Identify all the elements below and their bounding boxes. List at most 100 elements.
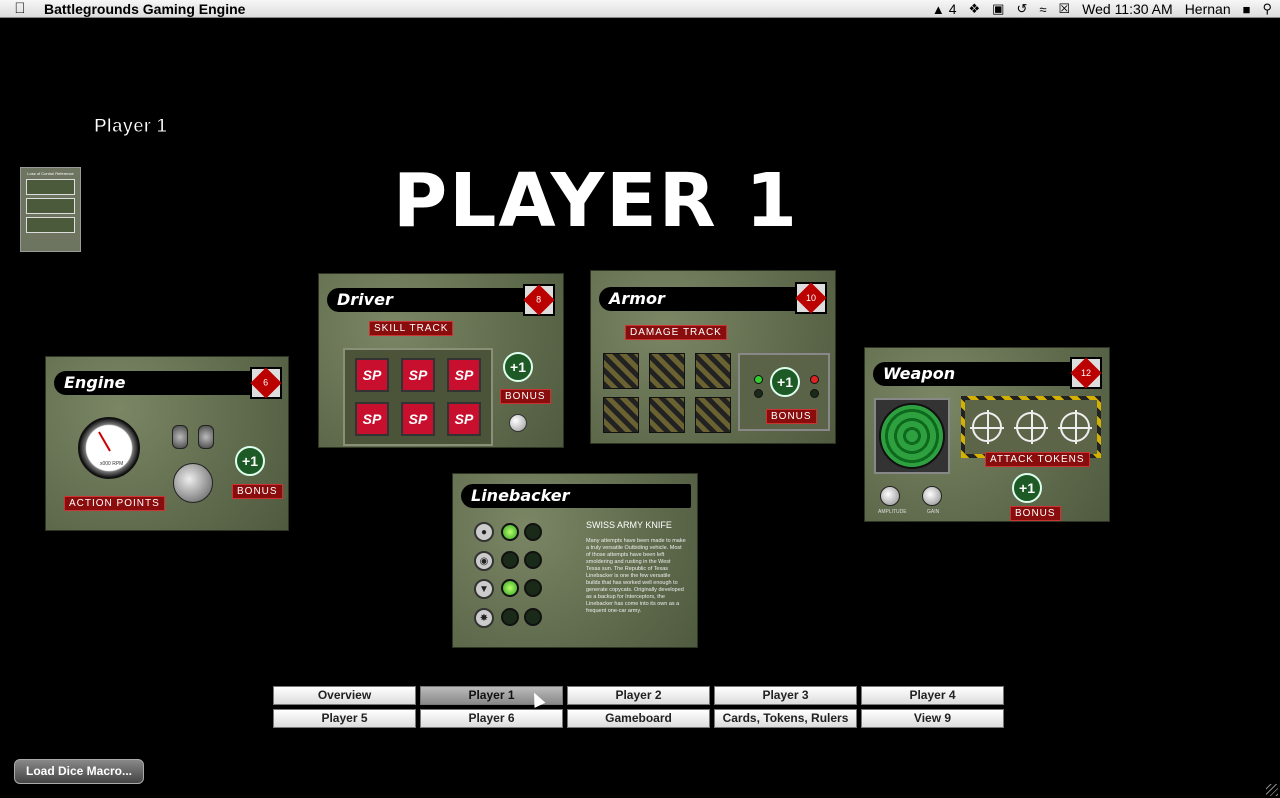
reference-card-row — [26, 179, 75, 195]
engine-bonus-button[interactable]: +1 — [235, 446, 265, 476]
led-indicator — [524, 608, 542, 626]
gain-knob[interactable] — [922, 486, 942, 506]
weapon-panel: Weapon 12 ATTACK TOKENS AMPLITUDE GAIN +… — [864, 347, 1110, 522]
crosshair-icon[interactable] — [970, 410, 1004, 444]
damage-slot[interactable] — [603, 353, 639, 389]
player-label: Player 1 — [94, 116, 168, 138]
reference-card[interactable]: Loss of Control Reference — [20, 167, 81, 252]
off-led — [810, 389, 819, 398]
player-5-button[interactable]: Player 5 — [273, 709, 416, 728]
led-indicator — [501, 551, 519, 569]
die-10-icon: 10 — [795, 282, 827, 314]
gauge-label: x000 RPM — [100, 461, 124, 467]
damage-slot[interactable] — [695, 353, 731, 389]
driver-bonus-label: BONUS — [500, 389, 551, 404]
steering-icon: ◉ — [474, 551, 494, 571]
damage-slot[interactable] — [649, 353, 685, 389]
overview-button[interactable]: Overview — [273, 686, 416, 705]
damage-slot[interactable] — [603, 397, 639, 433]
crash-icon: ✸ — [474, 608, 494, 628]
ignition-knob[interactable] — [173, 463, 213, 503]
die-12-icon: 12 — [1070, 357, 1102, 389]
menu-bar:  Battlegrounds Gaming Engine ▲ 4 ❖ ▣ ↺ … — [0, 0, 1280, 18]
action-points-label: ACTION POINTS — [64, 496, 165, 511]
weapon-title: Weapon — [873, 362, 1073, 386]
sp-token[interactable]: SP — [401, 402, 435, 436]
dropbox-icon[interactable]: ❖ — [968, 1, 980, 17]
toggle-switch-2[interactable] — [198, 425, 214, 449]
user-menu[interactable]: Hernan — [1185, 1, 1231, 17]
armor-title: Armor — [599, 287, 799, 311]
player-6-button[interactable]: Player 6 — [420, 709, 563, 728]
spotlight-search-icon[interactable]: ⚲ — [1262, 1, 1272, 17]
driver-knob[interactable] — [509, 414, 527, 432]
reference-card-row — [26, 198, 75, 214]
resize-grip-icon[interactable] — [1266, 784, 1278, 796]
damage-track — [603, 353, 731, 433]
toggle-switch-1[interactable] — [172, 425, 188, 449]
reference-card-row — [26, 217, 75, 233]
vehicle-subtitle: SWISS ARMY KNIFE — [586, 520, 672, 530]
driver-icon: ● — [474, 522, 494, 542]
adobe-status[interactable]: ▲ 4 — [932, 1, 957, 17]
app-menu[interactable]: Battlegrounds Gaming Engine — [44, 1, 245, 17]
driver-die[interactable]: 8 — [523, 284, 555, 316]
player-2-button[interactable]: Player 2 — [567, 686, 710, 705]
battery-icon[interactable]: ☒ — [1058, 1, 1070, 17]
engine-bonus-label: BONUS — [232, 484, 283, 499]
damage-track-label: DAMAGE TRACK — [625, 325, 727, 340]
armor-bonus-label: BONUS — [766, 409, 817, 424]
vehicle-description: Many attempts have been made to make a t… — [586, 538, 686, 614]
player-4-button[interactable]: Player 4 — [861, 686, 1004, 705]
sp-token[interactable]: SP — [447, 402, 481, 436]
clock[interactable]: Wed 11:30 AM — [1082, 1, 1173, 17]
apple-menu-icon[interactable]:  — [0, 0, 40, 17]
sp-token[interactable]: SP — [447, 358, 481, 392]
adobe-icon: ▲ — [931, 2, 945, 17]
truck-icon[interactable]: ▣ — [992, 1, 1004, 17]
sp-token[interactable]: SP — [355, 358, 389, 392]
user-icon[interactable]: ■ — [1243, 2, 1251, 17]
armor-bonus-button[interactable]: +1 — [770, 367, 800, 397]
radar-screen — [874, 398, 950, 474]
gameboard-button[interactable]: Gameboard — [567, 709, 710, 728]
die-8-icon: 8 — [523, 284, 555, 316]
armor-die[interactable]: 10 — [795, 282, 827, 314]
crosshair-icon[interactable] — [1014, 410, 1048, 444]
crosshair-icon[interactable] — [1058, 410, 1092, 444]
weapon-die[interactable]: 12 — [1070, 357, 1102, 389]
player-3-button[interactable]: Player 3 — [714, 686, 857, 705]
load-dice-macro-button[interactable]: Load Dice Macro... — [14, 759, 144, 784]
wifi-icon[interactable]: ≈ — [1039, 2, 1046, 17]
damage-slot[interactable] — [695, 397, 731, 433]
led-indicator — [501, 523, 519, 541]
sp-token[interactable]: SP — [355, 402, 389, 436]
radar-icon — [879, 403, 945, 469]
cards-tokens-rulers-button[interactable]: Cards, Tokens, Rulers — [714, 709, 857, 728]
view-navigation: Overview Player 1 Player 2 Player 3 Play… — [273, 686, 1004, 728]
time-machine-icon[interactable]: ↺ — [1016, 1, 1027, 17]
attack-tokens-label: ATTACK TOKENS — [985, 452, 1090, 467]
view-9-button[interactable]: View 9 — [861, 709, 1004, 728]
gauge-needle — [98, 431, 111, 452]
damage-slot[interactable] — [649, 397, 685, 433]
engine-die[interactable]: 6 — [250, 367, 282, 399]
driver-bonus-button[interactable]: +1 — [503, 352, 533, 382]
driver-panel: Driver 8 SKILL TRACK SP SP SP SP SP SP +… — [318, 273, 564, 448]
engine-panel: Engine 6 x000 RPM +1 BONUS ACTION POINTS — [45, 356, 289, 531]
skill-track-label: SKILL TRACK — [369, 321, 454, 336]
attack-tokens-box — [961, 396, 1101, 458]
reference-card-title: Loss of Control Reference — [27, 171, 74, 176]
led-indicator — [501, 579, 519, 597]
led-indicator — [524, 579, 542, 597]
linebacker-panel: Linebacker ● ◉ ▼ ✸ SWISS ARMY KNIFE Many… — [452, 473, 698, 648]
green-led — [754, 375, 763, 384]
weapon-bonus-button[interactable]: +1 — [1012, 473, 1042, 503]
skill-track: SP SP SP SP SP SP — [343, 348, 493, 446]
red-led — [810, 375, 819, 384]
rpm-gauge: x000 RPM — [78, 417, 140, 479]
sp-token[interactable]: SP — [401, 358, 435, 392]
die-6-icon: 6 — [250, 367, 282, 399]
amplitude-knob[interactable] — [880, 486, 900, 506]
status-area: ▲ 4 ❖ ▣ ↺ ≈ ☒ Wed 11:30 AM Hernan ■ ⚲ — [932, 0, 1272, 18]
